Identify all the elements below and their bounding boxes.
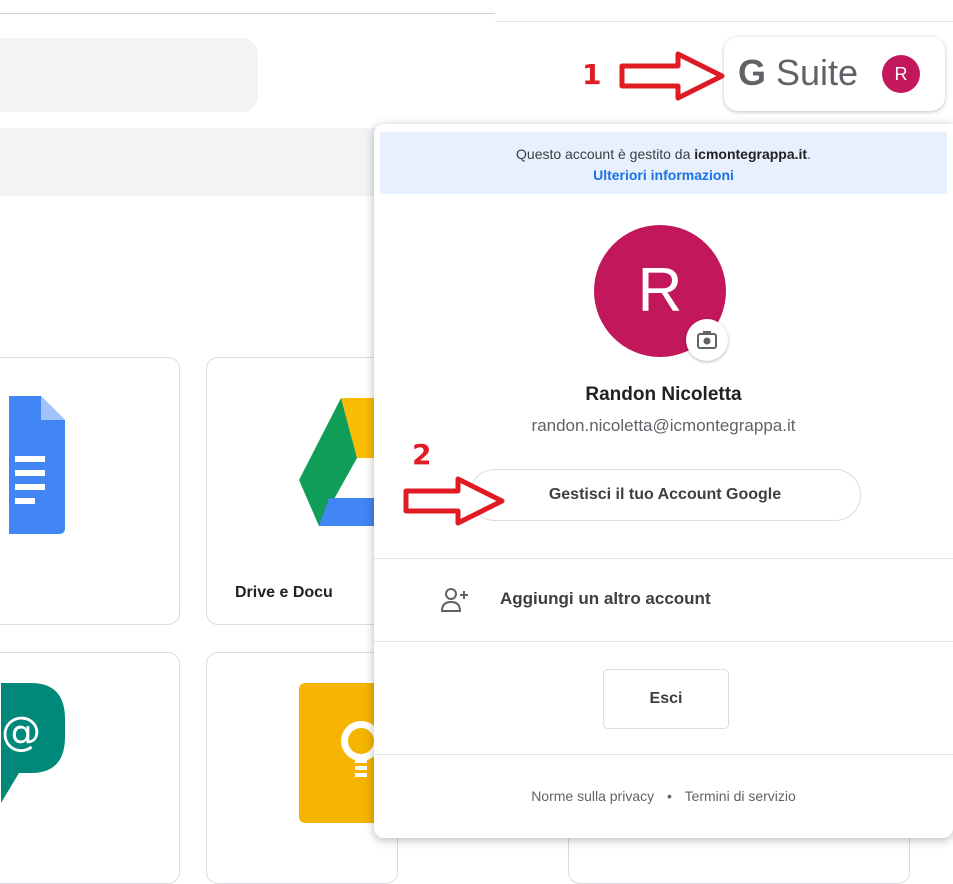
add-person-icon bbox=[440, 588, 468, 612]
avatar[interactable]: R bbox=[882, 55, 920, 93]
managed-account-notice: Questo account è gestito da icmontegrapp… bbox=[380, 132, 947, 194]
user-name: Randon Nicoletta bbox=[585, 384, 742, 405]
divider bbox=[374, 641, 953, 642]
app-card-keep[interactable] bbox=[206, 652, 398, 884]
hangouts-chat-icon: @ bbox=[1, 683, 65, 803]
privacy-link[interactable]: Norme sulla privacy bbox=[531, 788, 654, 804]
footer-separator: • bbox=[667, 788, 672, 804]
svg-text:@: @ bbox=[1, 709, 41, 755]
tab-line bbox=[0, 13, 495, 14]
change-photo-button[interactable] bbox=[686, 319, 728, 361]
terms-link[interactable]: Termini di servizio bbox=[685, 788, 796, 804]
search-bar[interactable] bbox=[0, 38, 258, 112]
google-drive-icon bbox=[299, 398, 379, 526]
gsuite-account-button[interactable]: G Suite R bbox=[724, 37, 945, 111]
camera-icon bbox=[697, 331, 717, 349]
google-docs-icon bbox=[9, 396, 65, 534]
more-info-link[interactable]: Ulteriori informazioni bbox=[380, 167, 947, 183]
app-card-chat[interactable]: @ bbox=[0, 652, 180, 884]
tab-line bbox=[495, 21, 953, 22]
add-account-row[interactable]: Aggiungi un altro account bbox=[374, 559, 953, 641]
manage-account-button[interactable]: Gestisci il tuo Account Google bbox=[469, 469, 861, 521]
annotation-step-2: 2 bbox=[412, 438, 432, 471]
annotation-step-1: 1 bbox=[582, 58, 602, 91]
divider bbox=[374, 754, 953, 755]
app-card-drive[interactable]: Drive e Docu bbox=[206, 357, 398, 625]
user-email: randon.nicoletta@icmontegrappa.it bbox=[531, 416, 796, 435]
google-keep-icon bbox=[299, 683, 379, 823]
managed-text: Questo account è gestito da icmontegrapp… bbox=[516, 146, 811, 162]
gsuite-logo: G Suite bbox=[738, 52, 859, 93]
background-band bbox=[0, 128, 380, 196]
app-card-docs[interactable] bbox=[0, 357, 180, 625]
panel-footer: Norme sulla privacy • Termini di servizi… bbox=[374, 788, 953, 804]
red-arrow-icon bbox=[619, 51, 725, 101]
browser-top-edge bbox=[0, 0, 953, 24]
add-account-label: Aggiungi un altro account bbox=[500, 589, 711, 608]
sign-out-button[interactable]: Esci bbox=[603, 669, 729, 729]
app-card-label: Drive e Docu bbox=[235, 584, 333, 601]
red-arrow-icon bbox=[403, 476, 505, 526]
